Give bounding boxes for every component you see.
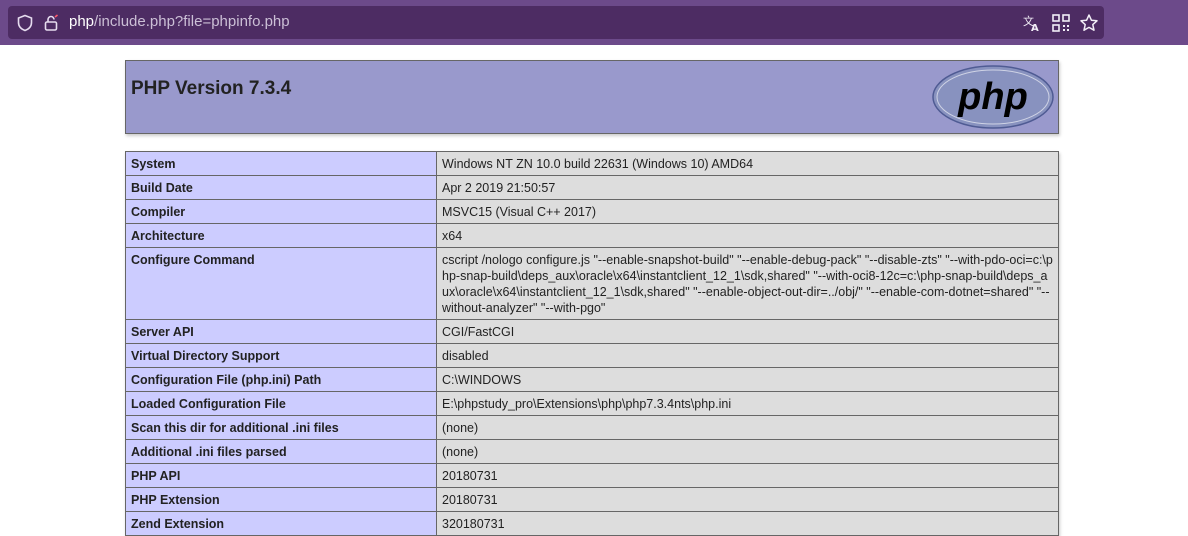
row-value: (none) [436,439,1059,464]
qr-code-icon[interactable] [1051,13,1071,33]
row-key: PHP Extension [125,487,437,512]
translate-icon[interactable]: 文 A [1022,13,1042,33]
php-info-table: System Windows NT ZN 10.0 build 22631 (Wi… [125,151,1059,536]
row-key: Server API [125,319,437,344]
row-key: Configure Command [125,247,437,320]
permissions-icon[interactable] [42,14,60,32]
row-key: Configuration File (php.ini) Path [125,367,437,392]
table-row: Build Date Apr 2 2019 21:50:57 [125,175,1059,200]
browser-toolbar: php/include.php?file=phpinfo.php 文 A [0,0,1188,45]
row-value: CGI/FastCGI [436,319,1059,344]
table-row: Virtual Directory Support disabled [125,343,1059,368]
table-row: Scan this dir for additional .ini files(… [125,415,1059,440]
row-key: Compiler [125,199,437,224]
row-value: (none) [436,415,1059,440]
row-key: Architecture [125,223,437,248]
table-row: Zend Extension 320180731 [125,511,1059,536]
url-path: /include.php?file=phpinfo.php [94,13,290,30]
row-key: System [125,151,437,176]
row-value: Windows NT ZN 10.0 build 22631 (Windows … [436,151,1059,176]
url-host: php [69,13,95,30]
row-value: 320180731 [436,511,1059,536]
address-bar[interactable]: php/include.php?file=phpinfo.php [8,6,1104,39]
php-logo-text: php [957,76,1028,118]
row-key: Scan this dir for additional .ini files [125,415,437,440]
row-key: Virtual Directory Support [125,343,437,368]
row-value: 20180731 [436,463,1059,488]
shield-icon[interactable] [16,14,34,32]
table-row: Configure Command cscript /nologo configu… [125,247,1059,320]
page-title: PHP Version 7.3.4 [131,78,292,99]
row-key: Loaded Configuration File [125,391,437,416]
table-row: Loaded Configuration File E:\phpstudy_pro… [125,391,1059,416]
row-key: Zend Extension [125,511,437,536]
row-value: cscript /nologo configure.js "--enable-s… [436,247,1059,320]
table-row: PHP API 20180731 [125,463,1059,488]
row-value: Apr 2 2019 21:50:57 [436,175,1059,200]
row-key: Additional .ini files parsed [125,439,437,464]
url-text[interactable]: php/include.php?file=phpinfo.php [69,12,290,32]
row-value: disabled [436,343,1059,368]
row-value: E:\phpstudy_pro\Extensions\php\php7.3.4n… [436,391,1059,416]
table-row: Compiler MSVC15 (Visual C++ 2017) [125,199,1059,224]
table-row: Server API CGI/FastCGI [125,319,1059,344]
row-key: PHP API [125,463,437,488]
row-value: 20180731 [436,487,1059,512]
row-value: x64 [436,223,1059,248]
phpinfo-container: PHP Version 7.3.4 php System Windows NT Z… [125,60,1059,536]
row-key: Build Date [125,175,437,200]
table-row: PHP Extension 20180731 [125,487,1059,512]
table-row: Architecture x64 [125,223,1059,248]
table-row: System Windows NT ZN 10.0 build 22631 (Wi… [125,151,1059,176]
svg-text:A: A [1031,23,1039,33]
row-value: C:\WINDOWS [436,367,1059,392]
php-logo: php [932,65,1054,129]
bookmark-star-icon[interactable] [1079,13,1099,33]
table-row: Configuration File (php.ini) Path C:\WIND… [125,367,1059,392]
php-version-header: PHP Version 7.3.4 php [125,60,1059,134]
row-value: MSVC15 (Visual C++ 2017) [436,199,1059,224]
table-row: Additional .ini files parsed (none) [125,439,1059,464]
